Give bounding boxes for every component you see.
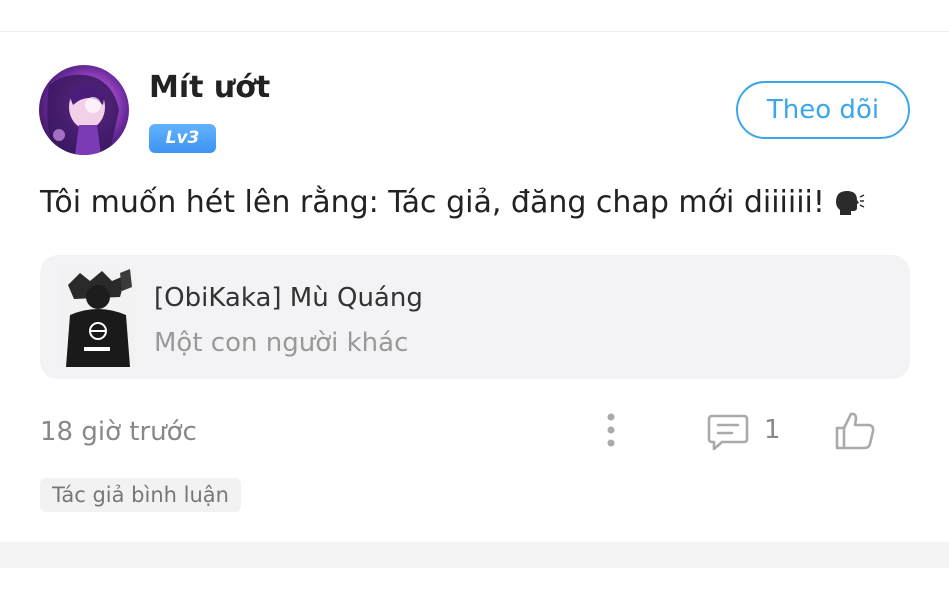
story-subtitle: Một con người khác: [154, 328, 409, 358]
comment-text-content: Tôi muốn hét lên rằng: Tác giả, đăng cha…: [40, 185, 825, 220]
like-icon[interactable]: [833, 410, 877, 452]
comment-text: Tôi muốn hét lên rằng: Tác giả, đăng cha…: [40, 185, 865, 224]
timestamp: 18 giờ trước: [40, 417, 197, 447]
story-title: [ObiKaka] Mù Quáng: [154, 283, 423, 313]
more-options-icon[interactable]: [596, 410, 626, 450]
linked-story-card[interactable]: [ObiKaka] Mù Quáng Một con người khác: [40, 255, 910, 379]
follow-button[interactable]: Theo dõi: [736, 81, 910, 139]
username[interactable]: Mít ướt: [149, 70, 270, 105]
reply-icon[interactable]: [706, 410, 750, 452]
level-badge: Lv3: [149, 124, 216, 153]
comment-post: Mít ướt Lv3 Theo dõi Tôi muốn hét lên rằ…: [0, 0, 949, 512]
avatar[interactable]: [39, 65, 129, 155]
reply-count: 1: [764, 415, 781, 445]
bottom-separator: [0, 542, 949, 568]
author-comment-tag: Tác giả bình luận: [40, 478, 241, 512]
speaking-head-icon: [833, 188, 865, 224]
story-cover-image: [60, 267, 134, 367]
